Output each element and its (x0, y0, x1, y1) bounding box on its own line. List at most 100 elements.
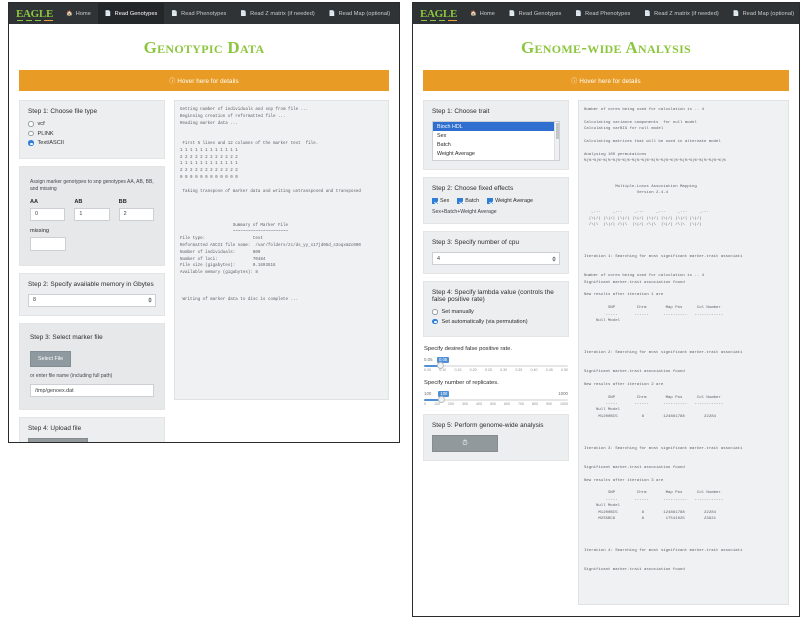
radio-option-plink[interactable]: PLINK (28, 131, 156, 137)
page-title: Genome-wide Analysis (520, 38, 692, 57)
replicates-min-label: 100 (424, 391, 432, 396)
step3-title: Step 3: Specify number of cpu (432, 239, 520, 246)
file-icon: 📄 (328, 10, 336, 17)
nav-label: Read Phenotypes (181, 10, 227, 17)
tick-label: 100 (434, 402, 440, 406)
page-title: Genotypic Data (143, 38, 265, 57)
nav-item-read-map[interactable]: 📄 Read Map (optional) (322, 3, 397, 24)
step3-panel: Step 3: Select marker file Select File o… (19, 322, 165, 410)
radio-option-vcf[interactable]: vcf (28, 121, 156, 127)
brand-underline-icon (421, 20, 457, 21)
ab-input[interactable]: 1 (74, 207, 110, 221)
cpu-input[interactable]: 4 (432, 252, 560, 265)
tick-label: 0.40 (530, 368, 538, 372)
listbox-scrollbar[interactable] (554, 122, 559, 160)
checkbox-sex[interactable]: Sex (432, 198, 449, 204)
checkbox-checked-icon (487, 198, 493, 204)
fpr-min-label: 0.05 (424, 357, 433, 362)
nav-item-read-genotypes[interactable]: 📄 Read Genotypes (97, 3, 165, 24)
nav-label: Read Genotypes (518, 10, 562, 17)
radio-lambda-automatic[interactable]: Set automatically (via permutation) (432, 319, 560, 325)
radio-option-text-ascii[interactable]: Text/ASCII (28, 140, 156, 146)
tick-label: 400 (476, 402, 482, 406)
brand-logo[interactable]: EAGLE (413, 3, 463, 24)
tick-label: 0.35 (515, 368, 523, 372)
navbar-right: EAGLE 🏠 Home 📄 Read Genotypes 📄 Read Phe… (413, 3, 799, 24)
nav-label: Read Z matrix (if needed) (250, 10, 315, 17)
upload-clock-icon: ⏱ (462, 439, 468, 447)
nav-item-read-z-matrix[interactable]: 📄 Read Z matrix (if needed) (637, 3, 725, 24)
brand-logo[interactable]: EAGLE (9, 3, 59, 24)
fpr-slider-caption: Specify desired false positive rate. (424, 346, 512, 352)
checkbox-weight-average[interactable]: Weight Average (487, 198, 533, 204)
nav-item-analyse[interactable]: 📊 Analyse (397, 3, 399, 24)
fpr-track[interactable] (424, 365, 568, 367)
tick-label: 0.25 (484, 368, 492, 372)
trait-option-sex[interactable]: Sex (433, 131, 559, 140)
tick-label: 800 (532, 402, 538, 406)
nav-item-read-z-matrix[interactable]: 📄 Read Z matrix (if needed) (233, 3, 321, 24)
tick-label: 0.05 (424, 368, 431, 372)
fixed-effects-formula: Sex+Batch+Weight Average (432, 209, 497, 215)
trait-option-batch[interactable]: Batch (433, 140, 559, 149)
upload-clock-icon: ⏱ (55, 443, 60, 444)
memory-input[interactable]: 8 (28, 293, 156, 307)
file-icon: 📄 (171, 10, 179, 17)
genotype-mapping-helper: Assign marker genotypes to snp genotypes… (30, 178, 154, 193)
select-file-button[interactable]: Select File (30, 350, 72, 367)
trait-option-bioch-hdl[interactable]: Bioch HDL (433, 122, 559, 131)
replicates-ticks: 0 100 200 300 400 500 600 700 800 900 10… (424, 402, 568, 406)
trait-listbox[interactable]: Bioch HDL Sex Batch Weight Average (432, 121, 560, 161)
replicates-max-label: 1000 (558, 391, 568, 396)
screenshot-stage: EAGLE 🏠 Home 📄 Read Genotypes 📄 Read Phe… (0, 0, 800, 617)
step4-panel: Step 4: Specify lambda value (controls t… (423, 281, 569, 337)
nav-label: Read Map (optional) (742, 10, 795, 17)
file-path-input[interactable]: /tmp/genoex.dat (30, 384, 154, 397)
field-label: BB (118, 198, 127, 205)
radio-lambda-manual[interactable]: Set manually (432, 309, 560, 315)
hover-details-banner[interactable]: ⓘ Hover here for details (423, 70, 789, 91)
aa-input[interactable]: 0 (30, 207, 66, 221)
spinner-arrows-icon[interactable] (148, 297, 152, 303)
step1-title: Step 1: Choose file type (28, 108, 98, 115)
home-icon: 🏠 (470, 10, 477, 17)
scrollbar-thumb[interactable] (556, 123, 559, 139)
hover-details-banner[interactable]: ⓘ Hover here for details (19, 70, 389, 91)
nav-label: Home (479, 10, 495, 17)
spinner-arrows-icon[interactable] (552, 256, 556, 261)
nav-item-home[interactable]: 🏠 Home (463, 3, 502, 24)
trait-option-weight-average[interactable]: Weight Average (433, 149, 559, 158)
file-icon: 📄 (104, 10, 112, 17)
checkbox-label: Weight Average (495, 198, 533, 204)
checkbox-batch[interactable]: Batch (457, 198, 479, 204)
banner-label: Hover here for details (177, 78, 239, 85)
nav-item-read-genotypes[interactable]: 📄 Read Genotypes (502, 3, 568, 24)
missing-input[interactable] (30, 236, 66, 251)
perform-analysis-button[interactable]: ⏱ (432, 435, 498, 452)
step2-title: Step 2: Choose fixed effects (432, 185, 514, 192)
replicates-track[interactable] (424, 399, 568, 401)
genotype-field-missing: missing (30, 228, 66, 251)
step3-panel: Step 3: Specify number of cpu 4 (423, 231, 569, 274)
fpr-slider[interactable]: 0.05 0.05 0.05 0.10 0.15 0.20 0.25 0.30 … (424, 356, 568, 372)
nav-item-read-phenotypes[interactable]: 📄 Read Phenotypes (568, 3, 637, 24)
replicates-slider[interactable]: 100 1000 100 0 100 200 300 400 500 600 7… (424, 390, 568, 406)
radio-icon (28, 121, 34, 127)
tick-label: 300 (462, 402, 468, 406)
tick-label: 1000 (560, 402, 568, 406)
fpr-ticks: 0.05 0.10 0.15 0.20 0.25 0.30 0.35 0.40 … (424, 368, 568, 372)
checkbox-label: Batch (465, 198, 480, 204)
form-column-left: Step 1: Choose file type vcf PLINK Text/… (19, 100, 165, 444)
radio-selected-icon (28, 140, 34, 146)
checkbox-label: Sex (440, 198, 450, 204)
field-label: AB (74, 198, 83, 205)
replicates-slider-caption: Specify number of replicates. (424, 380, 499, 386)
nav-item-read-map[interactable]: 📄 Read Map (optional) (726, 3, 799, 24)
upload-file-button[interactable]: ⏱ (28, 438, 88, 444)
brand-name: EAGLE (16, 7, 54, 20)
field-label: missing (30, 227, 49, 234)
nav-item-read-phenotypes[interactable]: 📄 Read Phenotypes (164, 3, 233, 24)
file-path-hint: or enter file name (including full path) (30, 372, 113, 379)
bb-input[interactable]: 2 (118, 207, 154, 221)
nav-item-home[interactable]: 🏠 Home (59, 3, 98, 24)
